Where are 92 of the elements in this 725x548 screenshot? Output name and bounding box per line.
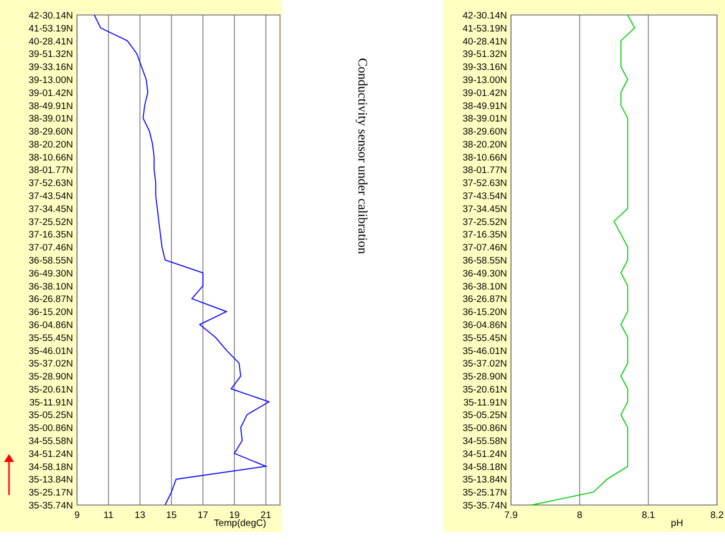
tick-label: 7.9 [504, 510, 518, 521]
axis-label: 36-49.30N [28, 268, 73, 280]
axis-label: 39-01.42N [28, 88, 73, 99]
axis-label: 36-49.30N [462, 268, 507, 280]
axis-label: 38-20.20N [28, 139, 73, 150]
axis-label: 35-20.61N [28, 384, 73, 396]
tick-label: 8.1 [642, 510, 655, 521]
axis-label: 36-26.87N [462, 294, 507, 306]
axis-label: 35-35.74N [462, 500, 507, 512]
axis-label: 39-51.32N [28, 49, 73, 60]
tick-label: 8.2 [710, 510, 724, 521]
axis-label: 35-25.17N [462, 488, 507, 499]
axis-label: 35-28.90N [28, 372, 73, 383]
axis-label: 40-28.41N [28, 36, 73, 48]
axis-label: 36-04.86N [28, 320, 73, 331]
axis-label: 38-49.91N [462, 100, 507, 112]
tick-label: 13 [134, 510, 146, 521]
axis-label: 38-29.60N [28, 126, 73, 138]
axis-label: 37-43.54N [28, 191, 73, 202]
axis-label: 41-53.19N [28, 23, 73, 34]
axis-label: 35-13.84N [462, 474, 507, 486]
axis-label: 35-05.25N [462, 410, 507, 422]
axis-label: 37-25.52N [28, 216, 73, 228]
axis-label: 34-58.18N [28, 462, 73, 473]
axis-label: 37-16.35N [28, 230, 73, 241]
axis-label: 35-25.17N [28, 488, 73, 499]
tick-label: 11 [104, 510, 114, 521]
tick-label: 19 [229, 510, 240, 521]
axis-label: 42-30.14N [462, 10, 507, 22]
axis-label: 35-46.01N [462, 346, 507, 357]
axis-label: 36-15.20N [28, 307, 73, 318]
axis-label: 35-55.45N [28, 332, 73, 344]
axis-label: 38-01.77N [462, 165, 507, 176]
axis-label: 38-01.77N [28, 165, 73, 176]
chart-caption: Conductivity sensor under calibration [354, 58, 370, 254]
axis-label: 34-58.18N [462, 462, 507, 473]
axis-label: 35-00.86N [28, 423, 73, 434]
axis-label: 40-28.41N [462, 36, 507, 48]
axis-label: 35-37.02N [28, 358, 73, 370]
axis-label: 37-07.46N [28, 242, 73, 254]
axis-label: 37-34.45N [462, 204, 507, 215]
axis-label: 36-26.87N [28, 294, 73, 306]
axis-label: 35-28.90N [462, 372, 507, 383]
axis-label: 34-51.24N [28, 448, 73, 460]
axis-label: 42-30.14N [28, 10, 73, 22]
tick-label: 8 [577, 510, 582, 521]
axis-label: 39-13.00N [28, 74, 73, 86]
axis-label: 35-37.02N [462, 358, 507, 370]
axis-label: 35-05.25N [28, 410, 73, 422]
axis-label: 36-15.20N [462, 307, 507, 318]
axis-label: 35-35.74N [28, 500, 73, 512]
axis-title: pH [670, 518, 684, 529]
axis-label: 34-55.58N [462, 436, 507, 448]
axis-label: 35-20.61N [462, 384, 507, 396]
axis-label: 38-39.01N [28, 114, 73, 125]
axis-label: 36-38.10N [28, 281, 73, 292]
axis-label: 37-07.46N [462, 242, 507, 254]
axis-label: 37-52.63N [28, 178, 73, 190]
axis-label: 41-53.19N [462, 23, 507, 34]
axis-label: 37-52.63N [462, 178, 507, 190]
axis-label: 35-11.91N [463, 397, 507, 408]
axis-label: 35-13.84N [28, 474, 73, 486]
axis-label: 36-38.10N [462, 281, 507, 292]
axis-label: 39-51.32N [462, 49, 507, 60]
axis-label: 38-29.60N [462, 126, 507, 138]
axis-title: Temp(degC) [214, 518, 266, 529]
axis-label: 39-01.42N [462, 88, 507, 99]
axis-label: 38-20.20N [462, 139, 507, 150]
axis-label: 38-49.91N [28, 100, 73, 112]
axis-label: 38-39.01N [462, 114, 507, 125]
axis-label: 34-55.58N [28, 436, 73, 448]
axis-label: 34-51.24N [462, 448, 507, 460]
axis-label: 36-04.86N [462, 320, 507, 331]
axis-label: 38-10.66N [462, 152, 507, 164]
axis-label: 37-16.35N [462, 230, 507, 241]
axis-label: 36-58.55N [28, 256, 73, 266]
axis-label: 37-43.54N [462, 191, 507, 202]
axis-label: 39-13.00N [462, 74, 507, 86]
axis-label: 39-33.16N [28, 62, 73, 74]
axis-label: 35-46.01N [28, 346, 73, 357]
arrow-icon [4, 454, 14, 495]
axis-label: 35-00.86N [462, 423, 507, 434]
axis-label: 35-55.45N [462, 332, 507, 344]
tick-label: 9 [74, 510, 80, 521]
tick-label: 17 [198, 510, 208, 521]
axis-label: 36-58.55N [462, 256, 507, 266]
axis-label: 37-25.52N [462, 216, 507, 228]
axis-label: 35-11.91N [29, 397, 73, 408]
tick-label: 15 [166, 510, 177, 521]
axis-label: 39-33.16N [462, 62, 507, 74]
axis-label: 38-10.66N [28, 152, 73, 164]
axis-label: 37-34.45N [28, 204, 73, 215]
